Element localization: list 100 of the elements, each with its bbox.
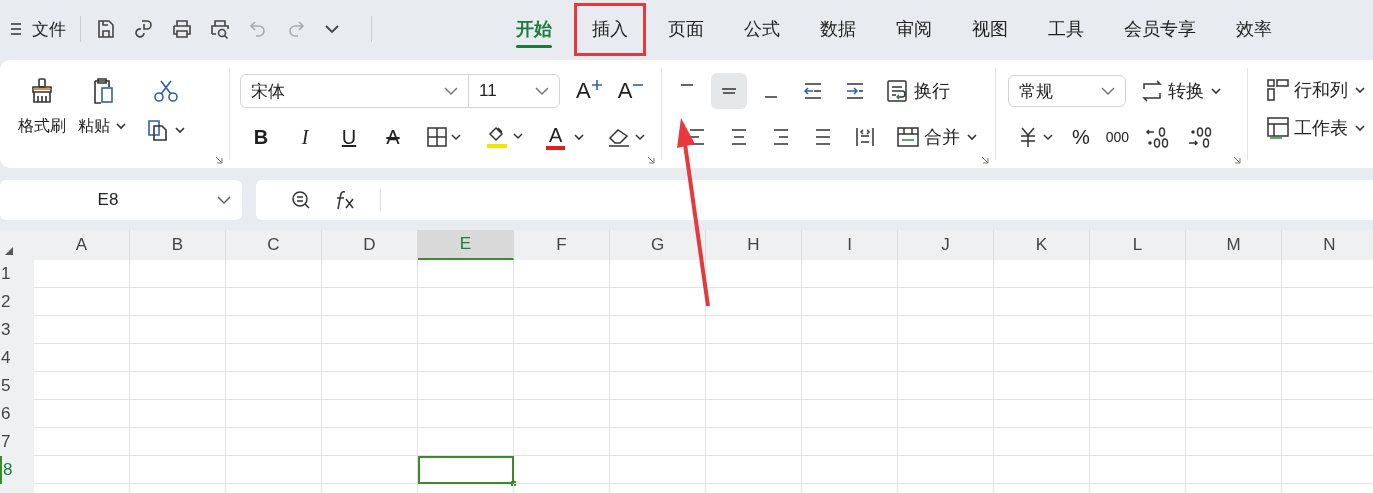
- table-cell[interactable]: [802, 316, 898, 344]
- column-header[interactable]: D: [322, 230, 418, 260]
- copy-icon[interactable]: [146, 118, 186, 142]
- formula-field[interactable]: [256, 180, 1373, 220]
- ribbon-tab[interactable]: 公式: [726, 2, 798, 56]
- table-cell[interactable]: [1090, 288, 1186, 316]
- table-cell[interactable]: [898, 288, 994, 316]
- table-cell[interactable]: [226, 400, 322, 428]
- row-header[interactable]: 5: [0, 372, 34, 400]
- table-cell[interactable]: [802, 344, 898, 372]
- table-cell[interactable]: [994, 400, 1090, 428]
- table-cell[interactable]: [1090, 428, 1186, 456]
- table-cell[interactable]: [898, 400, 994, 428]
- table-cell[interactable]: [994, 288, 1090, 316]
- table-cell[interactable]: [802, 372, 898, 400]
- table-cell[interactable]: [418, 400, 514, 428]
- worksheet-button[interactable]: 工作表: [1266, 116, 1365, 140]
- decrease-font-button[interactable]: A: [617, 78, 644, 104]
- increase-indent-icon[interactable]: [844, 80, 866, 102]
- table-cell[interactable]: [898, 316, 994, 344]
- table-cell[interactable]: [1186, 456, 1282, 484]
- table-cell[interactable]: [1186, 344, 1282, 372]
- paste-button[interactable]: 粘贴: [78, 68, 126, 160]
- column-header[interactable]: K: [994, 230, 1090, 260]
- table-cell[interactable]: [610, 456, 706, 484]
- convert-button[interactable]: 转换: [1140, 79, 1221, 103]
- table-cell[interactable]: [1186, 400, 1282, 428]
- link-icon[interactable]: [133, 18, 155, 40]
- ribbon-tab[interactable]: 插入: [574, 2, 646, 56]
- table-cell[interactable]: [34, 344, 130, 372]
- table-cell[interactable]: [898, 372, 994, 400]
- table-cell[interactable]: [322, 372, 418, 400]
- table-cell[interactable]: [514, 260, 610, 288]
- table-cell[interactable]: [418, 288, 514, 316]
- table-cell[interactable]: [706, 288, 802, 316]
- table-cell[interactable]: [706, 372, 802, 400]
- borders-icon[interactable]: [426, 126, 462, 148]
- row-header[interactable]: 8: [0, 456, 34, 484]
- table-cell[interactable]: [226, 316, 322, 344]
- wrap-text-button[interactable]: 换行: [886, 79, 950, 103]
- table-cell[interactable]: [994, 428, 1090, 456]
- column-header[interactable]: F: [514, 230, 610, 260]
- column-header[interactable]: J: [898, 230, 994, 260]
- row-header[interactable]: 1: [0, 260, 34, 288]
- table-cell[interactable]: [706, 344, 802, 372]
- format-painter-button[interactable]: 格式刷: [18, 68, 66, 160]
- ribbon-tab[interactable]: 开始: [498, 2, 570, 56]
- row-header[interactable]: 3: [0, 316, 34, 344]
- table-cell[interactable]: [130, 428, 226, 456]
- number-format-dropdown[interactable]: 常规: [1008, 75, 1126, 107]
- font-family-dropdown[interactable]: 宋体: [241, 75, 469, 107]
- table-cell[interactable]: [34, 288, 130, 316]
- table-cell[interactable]: [322, 428, 418, 456]
- table-cell[interactable]: [418, 260, 514, 288]
- table-cell[interactable]: [322, 288, 418, 316]
- column-header[interactable]: E: [418, 230, 514, 260]
- table-cell[interactable]: [610, 344, 706, 372]
- zoom-icon[interactable]: [290, 189, 312, 211]
- table-cell[interactable]: [34, 428, 130, 456]
- table-cell[interactable]: [418, 344, 514, 372]
- thousands-separator-button[interactable]: 000: [1105, 129, 1130, 145]
- table-cell[interactable]: [226, 288, 322, 316]
- selected-cell[interactable]: [418, 456, 514, 484]
- bold-button[interactable]: B: [250, 125, 272, 149]
- table-cell[interactable]: [1090, 400, 1186, 428]
- table-cell[interactable]: [802, 428, 898, 456]
- table-cell[interactable]: [802, 260, 898, 288]
- column-header[interactable]: C: [226, 230, 322, 260]
- table-cell[interactable]: [994, 316, 1090, 344]
- rows-columns-button[interactable]: 行和列: [1266, 78, 1365, 102]
- table-cell[interactable]: [1090, 372, 1186, 400]
- menu-icon[interactable]: [10, 22, 22, 36]
- font-color-button[interactable]: A: [546, 124, 585, 150]
- column-header[interactable]: B: [130, 230, 226, 260]
- save-icon[interactable]: [95, 18, 117, 40]
- vertical-align-button[interactable]: [711, 73, 747, 109]
- table-cell[interactable]: [802, 456, 898, 484]
- fill-color-icon[interactable]: [484, 124, 524, 150]
- table-cell[interactable]: [130, 400, 226, 428]
- ribbon-tab[interactable]: 数据: [802, 2, 874, 56]
- table-cell[interactable]: [322, 260, 418, 288]
- table-cell[interactable]: [34, 456, 130, 484]
- table-cell[interactable]: [34, 372, 130, 400]
- table-cell[interactable]: [514, 428, 610, 456]
- scissors-icon[interactable]: [153, 78, 179, 104]
- row-header[interactable]: 6: [0, 400, 34, 428]
- table-cell[interactable]: [706, 260, 802, 288]
- table-cell[interactable]: [610, 372, 706, 400]
- table-cell[interactable]: [802, 400, 898, 428]
- italic-button[interactable]: I: [294, 125, 316, 149]
- increase-font-button[interactable]: A: [576, 78, 602, 104]
- table-cell[interactable]: [130, 456, 226, 484]
- table-cell[interactable]: [322, 316, 418, 344]
- table-cell[interactable]: [898, 456, 994, 484]
- table-cell[interactable]: [34, 316, 130, 344]
- ribbon-tab[interactable]: 会员专享: [1106, 2, 1214, 56]
- file-menu[interactable]: 文件: [32, 17, 66, 41]
- table-cell[interactable]: [706, 316, 802, 344]
- table-cell[interactable]: [130, 316, 226, 344]
- table-cell[interactable]: [514, 372, 610, 400]
